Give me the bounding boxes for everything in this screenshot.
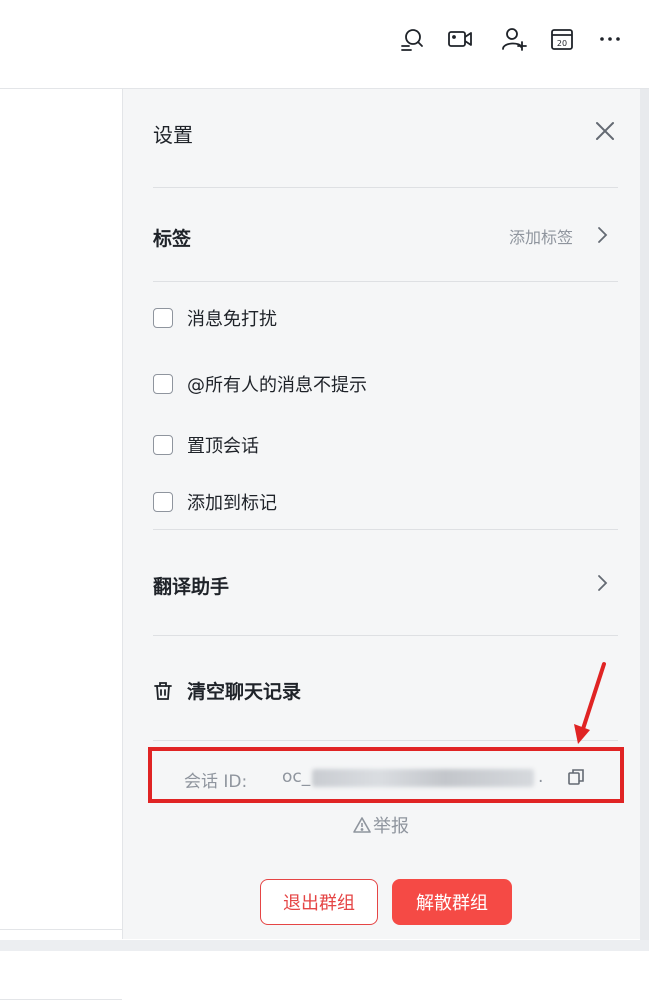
checkbox[interactable]	[153, 492, 173, 512]
option-pin-chat[interactable]: 置顶会话	[153, 432, 259, 458]
session-id-prefix: oc_	[282, 767, 311, 787]
session-id-redacted	[312, 769, 534, 787]
report-link[interactable]: 举报	[353, 812, 409, 838]
divider	[153, 740, 618, 741]
divider	[0, 929, 122, 930]
exit-group-button[interactable]: 退出群组	[260, 879, 378, 925]
clear-history-button[interactable]: 清空聊天记录	[153, 677, 301, 704]
warning-icon	[353, 817, 371, 833]
checkbox[interactable]	[153, 308, 173, 328]
tag-section-title: 标签	[153, 228, 192, 250]
more-icon[interactable]	[595, 24, 625, 54]
svg-text:20: 20	[557, 39, 567, 48]
chat-message-area	[0, 89, 122, 1000]
option-label: 消息免打扰	[187, 309, 277, 330]
annotation-arrow-icon	[574, 662, 606, 744]
clear-history-label: 清空聊天记录	[187, 681, 302, 703]
video-call-icon[interactable]	[445, 24, 475, 54]
option-label: @所有人的消息不提示	[187, 375, 367, 396]
option-label: 置顶会话	[187, 436, 259, 457]
option-mute-at-all[interactable]: @所有人的消息不提示	[153, 371, 367, 397]
calendar-icon[interactable]: 20	[547, 24, 577, 54]
add-tag-link[interactable]: 添加标签	[509, 224, 573, 248]
checkbox[interactable]	[153, 374, 173, 394]
divider	[153, 281, 618, 282]
chevron-right-icon[interactable]	[593, 574, 611, 592]
bottom-edge	[0, 940, 649, 951]
search-chat-icon[interactable]	[397, 24, 427, 54]
copy-icon[interactable]	[566, 767, 586, 787]
session-id-suffix: .	[538, 767, 544, 787]
trash-icon	[154, 681, 172, 700]
session-id-highlight: 会话 ID: oc_ .	[148, 747, 624, 803]
panel-title: 设置	[153, 123, 193, 147]
divider	[153, 529, 618, 530]
chat-header-toolbar: 20	[0, 0, 649, 89]
divider	[153, 187, 618, 188]
chevron-right-icon[interactable]	[593, 226, 611, 244]
close-icon[interactable]	[593, 119, 617, 143]
option-add-to-marked[interactable]: 添加到标记	[153, 489, 277, 515]
report-label: 举报	[373, 816, 409, 837]
settings-panel: 设置 标签 添加标签 消息免打扰 @所有人的消息不提示 置顶会话 添加到标记 翻…	[122, 89, 641, 939]
option-label: 添加到标记	[187, 493, 277, 514]
checkbox[interactable]	[153, 435, 173, 455]
add-member-icon[interactable]	[499, 24, 529, 54]
scrollbar[interactable]	[640, 89, 649, 940]
dissolve-group-button[interactable]: 解散群组	[392, 879, 512, 925]
translate-assistant-title[interactable]: 翻译助手	[153, 572, 229, 599]
divider	[153, 635, 618, 636]
session-id-label: 会话 ID:	[184, 772, 248, 792]
option-mute-notifications[interactable]: 消息免打扰	[153, 305, 277, 331]
